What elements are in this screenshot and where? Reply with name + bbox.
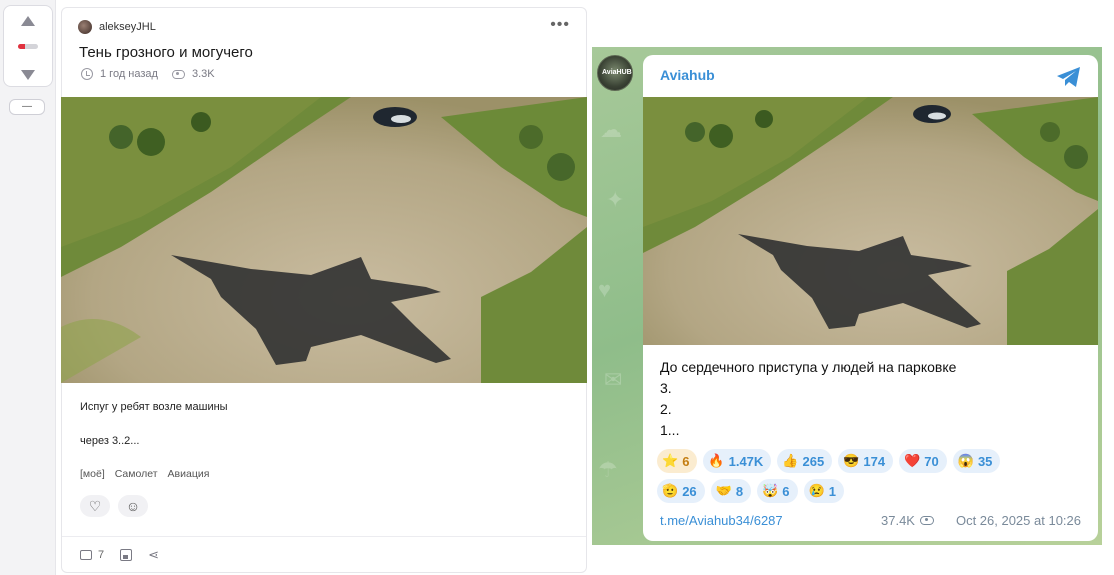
reaction-count: 1.47K	[728, 453, 764, 469]
heart-icon[interactable]: ♡	[80, 495, 110, 517]
comment-bubble-icon	[80, 550, 92, 560]
message-text-line: 3.	[660, 380, 672, 396]
downvote-arrow-icon[interactable]	[21, 70, 35, 80]
reaction-scream[interactable]: 😱 35	[952, 449, 1001, 473]
reaction-thumbs-up[interactable]: 👍 265	[777, 449, 833, 473]
rating-bar-fill	[18, 44, 25, 49]
eye-icon	[919, 516, 934, 525]
reaction-count: 6	[782, 483, 790, 499]
share-icon: ⋖	[148, 547, 160, 562]
telegram-message-card: Aviahub До сердечного приступа у людей н…	[643, 55, 1098, 541]
rating-bar	[18, 44, 38, 49]
reactions-row: 🫡 26 🤝 8 🤯 6 😢 1	[657, 479, 1087, 503]
views-counter: 37.4K	[881, 513, 934, 528]
reaction-cool[interactable]: 😎 174	[838, 449, 894, 473]
post-meta: 1 год назад 3.3K	[81, 68, 215, 80]
emoji-smile-icon[interactable]: ☺	[118, 495, 148, 517]
reaction-count: 174	[863, 453, 886, 469]
channel-avatar[interactable]: AviaHUB	[597, 55, 633, 91]
reaction-count: 8	[735, 483, 744, 499]
message-text-line: До сердечного приступа у людей на парков…	[660, 359, 957, 375]
message-text-line: 2.	[660, 401, 672, 417]
channel-name[interactable]: Aviahub	[660, 67, 715, 83]
reaction-count: 35	[977, 453, 993, 469]
reaction-fire[interactable]: 🔥 1.47K	[703, 449, 772, 473]
thumbs-up-icon: 👍	[782, 453, 799, 468]
save-icon	[120, 549, 133, 561]
tag-list: [моё] Самолет Авиация	[80, 468, 209, 480]
reaction-count: 265	[802, 453, 825, 469]
post-footer: 7 ⋖	[80, 547, 159, 563]
reaction-count: 1	[828, 483, 836, 499]
mind-blown-icon: 🤯	[762, 483, 779, 498]
post-time: 1 год назад	[100, 68, 158, 80]
reaction-count: 6	[682, 453, 690, 469]
reaction-handshake[interactable]: 🤝 8	[710, 479, 752, 503]
post-title[interactable]: Тень грозного и могучего	[79, 44, 253, 61]
heart-icon: ❤️	[904, 453, 921, 468]
author-avatar[interactable]	[78, 20, 92, 34]
scream-icon: 😱	[957, 453, 974, 468]
post-text-line: через 3..2...	[80, 435, 140, 447]
post-views: 3.3K	[191, 68, 215, 80]
post-header: alekseyJHL	[78, 18, 156, 36]
more-options-icon[interactable]: •••	[550, 17, 570, 33]
comments-button[interactable]: 7	[80, 549, 104, 561]
star-icon: ⭐	[662, 453, 679, 468]
fire-icon: 🔥	[708, 453, 725, 468]
clock-icon	[81, 68, 93, 80]
reaction-mind-blown[interactable]: 🤯 6	[757, 479, 798, 503]
eye-icon	[171, 69, 185, 79]
divider	[62, 536, 586, 537]
save-button[interactable]	[120, 549, 133, 561]
post-link[interactable]: t.me/Aviahub34/6287	[660, 513, 783, 528]
tag-item[interactable]: Самолет	[115, 468, 158, 480]
reaction-heart[interactable]: ❤️ 70	[899, 449, 947, 473]
reaction-count: 70	[924, 453, 939, 469]
share-button[interactable]: ⋖	[148, 547, 159, 563]
message-image[interactable]	[643, 97, 1098, 345]
post-text-line: Испуг у ребят возле машины	[80, 401, 228, 413]
reaction-cry[interactable]: 😢 1	[803, 479, 844, 503]
tag-item[interactable]: Авиация	[168, 468, 210, 480]
reaction-salute[interactable]: 🫡 26	[657, 479, 705, 503]
post-image[interactable]	[61, 97, 587, 383]
salute-icon: 🫡	[662, 483, 679, 498]
collapse-button[interactable]: —	[9, 99, 45, 115]
reactions-row: ⭐ 6 🔥 1.47K 👍 265 😎 174 ❤️ 70 😱 35	[657, 449, 1087, 473]
author-name[interactable]: alekseyJHL	[99, 21, 156, 33]
telegram-logo-icon[interactable]	[1056, 66, 1082, 88]
message-text-line: 1...	[660, 422, 680, 438]
upvote-arrow-icon[interactable]	[21, 16, 35, 26]
vote-widget	[3, 5, 53, 87]
handshake-icon: 🤝	[715, 483, 732, 498]
avatar-label: AviaHUB	[602, 69, 632, 76]
views-count: 37.4K	[881, 513, 915, 528]
post-card: alekseyJHL ••• Тень грозного и могучего …	[61, 7, 587, 573]
reaction-actions: ♡ ☺	[80, 495, 148, 517]
crying-icon: 😢	[808, 483, 825, 498]
vote-sidebar: —	[0, 0, 56, 575]
reaction-star[interactable]: ⭐ 6	[657, 449, 698, 473]
message-date: Oct 26, 2025 at 10:26	[955, 513, 1081, 528]
tag-item[interactable]: [моё]	[80, 468, 105, 480]
comments-count: 7	[98, 549, 105, 561]
reactions-list: ⭐ 6 🔥 1.47K 👍 265 😎 174 ❤️ 70 😱 35 🫡 26 🤝 8 🤯 6 😢…	[657, 449, 1087, 509]
reaction-count: 26	[682, 483, 697, 499]
sunglasses-icon: 😎	[843, 453, 860, 468]
